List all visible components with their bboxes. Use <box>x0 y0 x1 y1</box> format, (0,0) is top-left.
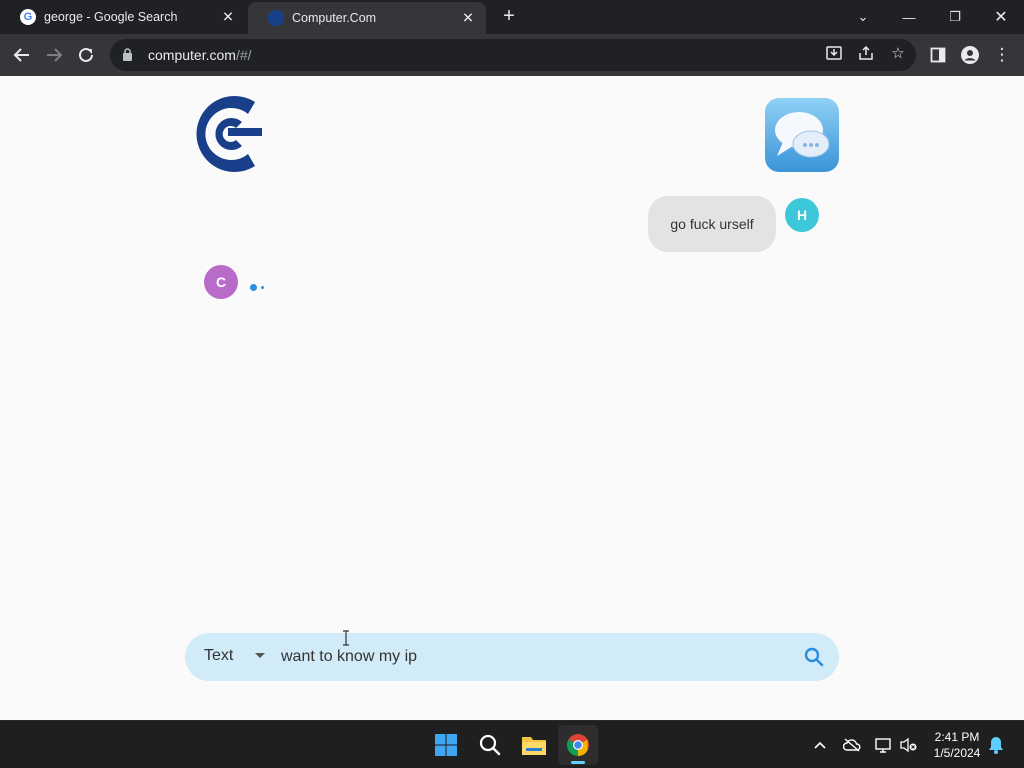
onedrive-offline-icon[interactable] <box>842 735 862 755</box>
tab-google-search[interactable]: G george - Google Search ✕ <box>0 0 246 34</box>
chrome-icon[interactable] <box>558 725 598 765</box>
address-bar[interactable]: computer.com/#/ <box>110 39 916 71</box>
windows-taskbar: 2:41 PM 1/5/2024 <box>0 720 1024 768</box>
file-explorer-icon[interactable] <box>514 725 554 765</box>
caret-down-icon[interactable] <box>255 653 265 658</box>
message-text: go fuck urself <box>670 216 754 232</box>
url-text: computer.com/#/ <box>148 47 252 63</box>
message-composer: Text <box>185 633 839 681</box>
close-window-button[interactable]: ✕ <box>978 0 1024 34</box>
computer-com-icon <box>268 10 284 26</box>
menu-kebab-icon[interactable]: ⋮ <box>990 43 1014 67</box>
minimize-button[interactable]: — <box>886 0 932 34</box>
computer-avatar: C <box>204 265 238 299</box>
profile-icon[interactable] <box>958 43 982 67</box>
typing-dot <box>250 284 257 292</box>
chevron-up-icon[interactable] <box>810 735 830 755</box>
search-icon[interactable] <box>470 725 510 765</box>
clock-time: 2:41 PM <box>934 730 980 744</box>
new-tab-button[interactable]: + <box>498 5 520 27</box>
typing-dot <box>261 286 264 290</box>
typing-indicator <box>250 279 268 297</box>
bookmark-star-icon[interactable]: ☆ <box>888 43 908 63</box>
windows-start-icon[interactable] <box>426 725 466 765</box>
url-path: /#/ <box>235 47 252 63</box>
close-icon[interactable]: ✕ <box>220 9 236 26</box>
share-icon[interactable] <box>856 43 876 63</box>
system-clock[interactable]: 2:41 PM 1/5/2024 <box>924 729 990 761</box>
text-cursor-icon <box>343 630 349 646</box>
tab-title: george - Google Search <box>44 10 178 24</box>
user-message-bubble: go fuck urself <box>648 196 776 252</box>
browser-toolbar: computer.com/#/ ☆ ⋮ <box>0 34 1024 76</box>
computer-com-logo[interactable] <box>190 94 264 174</box>
clock-date: 1/5/2024 <box>933 746 981 760</box>
close-icon[interactable]: ✕ <box>460 10 476 27</box>
search-icon[interactable] <box>802 645 826 669</box>
tab-search-chevron-icon[interactable]: ⌄ <box>840 0 886 34</box>
network-icon[interactable] <box>874 735 894 755</box>
notification-bell-icon[interactable] <box>986 735 1006 755</box>
url-host: computer.com <box>148 47 236 63</box>
reload-button[interactable] <box>74 43 98 67</box>
message-input[interactable] <box>281 641 781 673</box>
side-panel-icon[interactable] <box>926 43 950 67</box>
install-app-icon[interactable] <box>824 43 844 63</box>
user-avatar: H <box>785 198 819 232</box>
volume-muted-icon[interactable] <box>898 735 918 755</box>
restore-button[interactable]: ❐ <box>932 0 978 34</box>
lock-icon[interactable] <box>122 48 134 62</box>
forward-button[interactable] <box>42 43 66 67</box>
chat-page: go fuck urself H C Text <box>0 76 1024 720</box>
input-mode-select[interactable]: Text <box>204 647 233 665</box>
tab-computer-com[interactable]: Computer.Com ✕ <box>248 2 486 34</box>
tab-title: Computer.Com <box>292 11 377 25</box>
messages-app-icon[interactable] <box>765 98 839 172</box>
back-button[interactable] <box>10 43 34 67</box>
browser-tab-strip: G george - Google Search ✕ Computer.Com … <box>0 0 1024 34</box>
google-icon: G <box>20 9 36 25</box>
active-app-indicator <box>571 761 585 764</box>
